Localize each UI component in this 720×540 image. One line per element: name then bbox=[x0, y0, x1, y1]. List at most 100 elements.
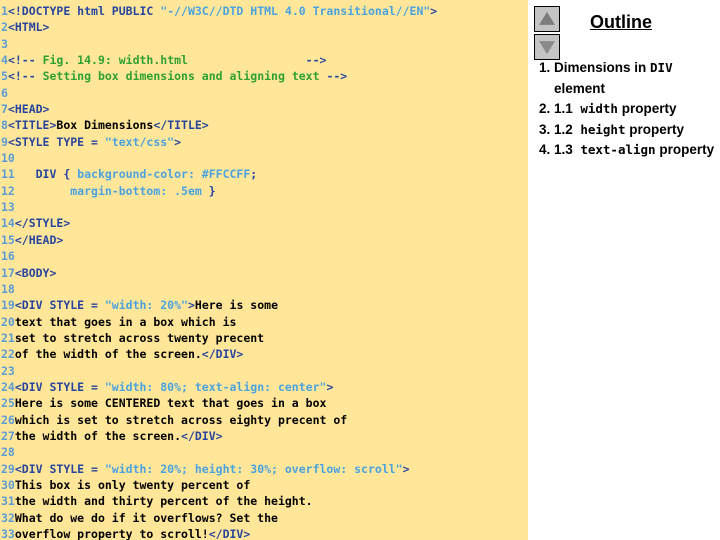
code-token-tag: <DIV STYLE = bbox=[14, 379, 105, 394]
code-line: 28 bbox=[0, 444, 528, 460]
code-token-attr: background-color: #FFCCFF bbox=[77, 167, 251, 182]
outline-list-item[interactable]: 1.1 width property bbox=[554, 99, 718, 120]
outline-list: Dimensions in DIV element1.1 width prope… bbox=[528, 58, 720, 161]
code-line: 18 bbox=[0, 281, 528, 297]
code-line: 24<DIV STYLE = "width: 80%; text-align: … bbox=[0, 379, 528, 395]
line-number: 27 bbox=[1, 428, 15, 443]
line-number: 17 bbox=[1, 265, 15, 280]
code-token-tag: <HTML> bbox=[7, 20, 50, 35]
code-line: 12 margin-bottom: .5em } bbox=[0, 183, 528, 199]
code-token-txt: text that goes in a box which is bbox=[14, 314, 237, 329]
code-line: 30This box is only twenty percent of bbox=[0, 477, 528, 493]
code-token-str: "width: 20%; height: 30%; overflow: scro… bbox=[104, 461, 403, 476]
line-number: 19 bbox=[1, 298, 15, 313]
code-token-tag: > bbox=[326, 379, 334, 394]
code-line: 7<HEAD> bbox=[0, 101, 528, 117]
code-line: 14</STYLE> bbox=[0, 215, 528, 231]
code-line: 29<DIV STYLE = "width: 20%; height: 30%;… bbox=[0, 461, 528, 477]
code-line: 17<BODY> bbox=[0, 265, 528, 281]
line-number: 30 bbox=[1, 477, 15, 492]
code-token-txt: the width of the screen. bbox=[14, 428, 182, 443]
code-token-str: "-//W3C//DTD HTML 4.0 Transitional//EN" bbox=[160, 4, 431, 18]
code-line: 4<!-- Fig. 14.9: width.html --> bbox=[0, 52, 528, 68]
line-number: 11 bbox=[1, 167, 15, 182]
outline-list-item[interactable]: 1.3 text-align property bbox=[554, 140, 718, 161]
code-token-tag: > bbox=[430, 4, 438, 18]
line-number: 2 bbox=[1, 20, 8, 35]
code-line: 31the width and thirty percent of the he… bbox=[0, 493, 528, 509]
line-number: 26 bbox=[1, 412, 15, 427]
code-token-tag: <HEAD> bbox=[7, 102, 50, 117]
code-token-tag: --> bbox=[326, 69, 348, 84]
code-token-tag: </TITLE> bbox=[153, 118, 209, 133]
code-token-tag bbox=[15, 184, 70, 198]
code-token-txt: Box Dimensions bbox=[56, 118, 154, 133]
outline-code-term: DIV bbox=[650, 60, 673, 75]
line-number: 18 bbox=[1, 281, 15, 296]
code-line: 21set to stretch across twenty precent bbox=[0, 330, 528, 346]
code-line: 11 DIV { background-color: #FFCCFF; bbox=[0, 166, 528, 182]
line-number: 24 bbox=[1, 379, 15, 394]
code-line: 9<STYLE TYPE = "text/css"> bbox=[0, 134, 528, 150]
outline-list-item[interactable]: Dimensions in DIV element bbox=[554, 58, 718, 99]
line-number: 3 bbox=[1, 36, 8, 51]
code-token-cmt: Fig. 14.9: width.html bbox=[35, 53, 306, 68]
code-token-txt: What do we do if it overflows? Set the bbox=[14, 510, 278, 525]
outline-text: 1.3 bbox=[554, 142, 573, 157]
line-number: 14 bbox=[1, 216, 15, 231]
code-token-txt: Here is some CENTERED text that goes in … bbox=[14, 396, 327, 411]
line-number: 20 bbox=[1, 314, 15, 329]
code-token-tag: } bbox=[201, 183, 216, 198]
code-listing-panel: 1<!DOCTYPE html PUBLIC "-//W3C//DTD HTML… bbox=[0, 0, 528, 540]
line-number: 33 bbox=[1, 527, 15, 540]
outline-list-item[interactable]: 1.2 height property bbox=[554, 120, 718, 141]
line-number: 29 bbox=[1, 461, 15, 476]
code-token-tag: </DIV> bbox=[208, 527, 251, 540]
code-line: 3 bbox=[0, 36, 528, 52]
line-number: 23 bbox=[1, 363, 15, 378]
code-token-attr: margin-bottom: .5em bbox=[70, 183, 202, 198]
code-line: 27the width of the screen.</DIV> bbox=[0, 428, 528, 444]
code-token-tag: <!DOCTYPE html PUBLIC bbox=[7, 4, 161, 18]
code-token-tag: <TITLE> bbox=[7, 118, 57, 133]
code-token-tag: > bbox=[174, 134, 182, 149]
code-token-txt: Here is some bbox=[194, 298, 278, 313]
line-number: 28 bbox=[1, 445, 15, 460]
code-token-txt: set to stretch across twenty precent bbox=[14, 330, 265, 345]
code-token-tag: <BODY> bbox=[14, 265, 57, 280]
line-number: 31 bbox=[1, 494, 15, 509]
line-number: 5 bbox=[1, 69, 8, 84]
slide-screen: 1<!DOCTYPE html PUBLIC "-//W3C//DTD HTML… bbox=[0, 0, 720, 540]
code-token-tag: <!-- bbox=[7, 69, 36, 84]
code-token-str: "width: 80%; text-align: center" bbox=[104, 379, 327, 394]
code-token-tag: <DIV STYLE = bbox=[14, 461, 105, 476]
line-number: 4 bbox=[1, 53, 8, 68]
code-token-txt: of the width of the screen. bbox=[14, 347, 202, 362]
outline-text: Dimensions in bbox=[554, 60, 651, 75]
code-token-tag: > bbox=[187, 298, 195, 313]
code-token-tag: --> bbox=[305, 53, 327, 68]
scroll-down-button[interactable] bbox=[534, 34, 560, 60]
code-token-tag: </DIV> bbox=[201, 347, 244, 362]
code-line: 13 bbox=[0, 199, 528, 215]
line-number: 15 bbox=[1, 232, 15, 247]
triangle-down-icon bbox=[539, 41, 555, 55]
code-token-str: "width: 20%" bbox=[104, 298, 188, 313]
code-token-tag: <!-- bbox=[7, 53, 36, 68]
outline-code-term: width bbox=[580, 101, 618, 116]
code-line: 15</HEAD> bbox=[0, 232, 528, 248]
outline-text: property bbox=[655, 142, 715, 157]
line-number: 25 bbox=[1, 396, 15, 411]
code-token-txt: overflow property to scroll! bbox=[14, 527, 209, 540]
code-token-tag: <DIV STYLE = bbox=[14, 298, 105, 313]
outline-text: 1.2 bbox=[554, 121, 573, 137]
line-number: 32 bbox=[1, 510, 15, 525]
code-token-tag: </HEAD> bbox=[14, 232, 64, 247]
code-token-txt: the width and thirty percent of the heig… bbox=[14, 494, 313, 509]
scroll-up-button[interactable] bbox=[534, 6, 560, 32]
line-number: 10 bbox=[1, 151, 15, 166]
code-token-tag: DIV { bbox=[14, 167, 78, 182]
code-line: 19<DIV STYLE = "width: 20%">Here is some bbox=[0, 297, 528, 313]
line-number: 12 bbox=[1, 183, 15, 198]
code-line: 32What do we do if it overflows? Set the bbox=[0, 510, 528, 526]
